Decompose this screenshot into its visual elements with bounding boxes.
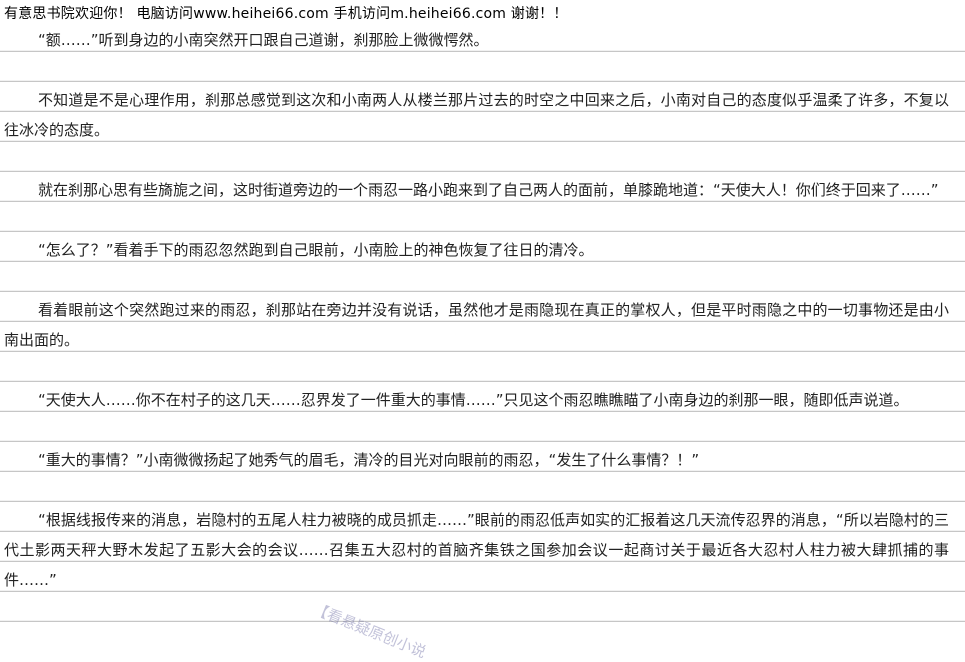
paragraph: “天使大人……你不在村子的这几天……忍界发了一件重大的事情……”只见这个雨忍瞧瞧… [38, 391, 909, 409]
site-banner: 有意思书院欢迎你！ 电脑访问www.heihei66.com 手机访问m.hei… [4, 6, 568, 22]
paragraph: “怎么了？”看着手下的雨忍忽然跑到自己眼前，小南脸上的神色恢复了往日的清冷。 [38, 241, 594, 259]
paragraph: 就在刹那心思有些旖旎之间，这时街道旁边的一个雨忍一路小跑来到了自己两人的面前，单… [38, 181, 939, 199]
paragraph: “根据线报传来的消息，岩隐村的五尾人柱力被晓的成员抓走……”眼前的雨忍低声如实的… [4, 511, 949, 589]
chapter-body: “额……”听到身边的小南突然开口跟自己道谢，刹那脸上微微愕然。 不知道是不是心理… [4, 25, 949, 625]
paragraph: 看着眼前这个突然跑过来的雨忍，刹那站在旁边并没有说话，虽然他才是雨隐现在真正的掌… [4, 301, 949, 349]
paragraph: “额……”听到身边的小南突然开口跟自己道谢，刹那脸上微微愕然。 [38, 31, 489, 49]
paragraph: “重大的事情？”小南微微扬起了她秀气的眉毛，清冷的目光对向眼前的雨忍，“发生了什… [38, 451, 700, 469]
paragraph: 不知道是不是心理作用，刹那总感觉到这次和小南两人从楼兰那片过去的时空之中回来之后… [4, 91, 949, 139]
